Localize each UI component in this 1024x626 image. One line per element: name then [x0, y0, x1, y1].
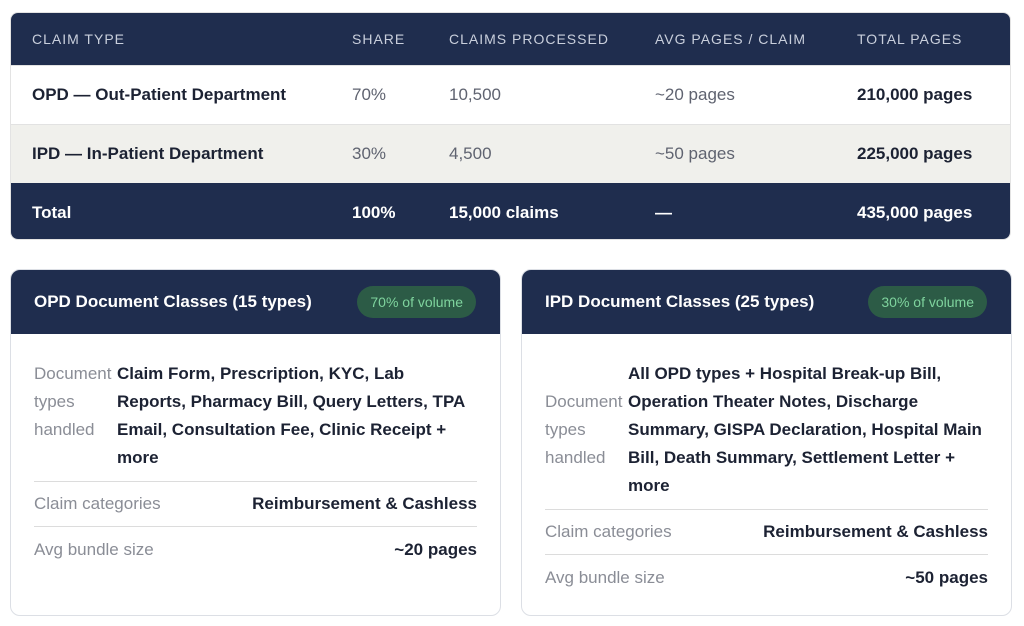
ipd-card-header: IPD Document Classes (25 types) 30% of v…: [522, 270, 1011, 334]
table-header-row: CLAIM TYPE SHARE CLAIMS PROCESSED AVG PA…: [11, 13, 1010, 65]
row-share: 30%: [352, 144, 387, 163]
ipd-categories-label: Claim categories: [545, 522, 672, 541]
ipd-volume-badge: 30% of volume: [868, 286, 987, 318]
header-share: SHARE: [352, 31, 406, 47]
ipd-categories-value: Reimbursement & Cashless: [763, 522, 988, 541]
header-avg-pages: AVG PAGES / CLAIM: [655, 31, 807, 47]
row-claims: 4,500: [449, 144, 492, 163]
total-claims: 15,000 claims: [449, 202, 559, 222]
row-share: 70%: [352, 85, 387, 104]
table-row: OPD — Out-Patient Department 70% 10,500 …: [11, 65, 1010, 124]
ipd-card: IPD Document Classes (25 types) 30% of v…: [521, 269, 1012, 616]
opd-categories-value: Reimbursement & Cashless: [252, 494, 477, 513]
header-claim-type: CLAIM TYPE: [32, 31, 125, 47]
row-claims: 10,500: [449, 85, 501, 104]
ipd-bundle-label: Avg bundle size: [545, 567, 665, 587]
opd-types-row: Document types handled Claim Form, Presc…: [34, 360, 477, 482]
row-total-pages: 210,000 pages: [857, 85, 973, 104]
total-share: 100%: [352, 202, 396, 222]
table-row: IPD — In-Patient Department 30% 4,500 ~5…: [11, 124, 1010, 183]
opd-categories-label: Claim categories: [34, 494, 161, 513]
ipd-card-title: IPD Document Classes (25 types): [545, 292, 815, 311]
ipd-card-body: Document types handled All OPD types + H…: [522, 334, 1011, 600]
ipd-bundle-row: Avg bundle size ~50 pages: [545, 555, 988, 600]
row-avg-pages: ~50 pages: [655, 144, 735, 163]
opd-bundle-row: Avg bundle size ~20 pages: [34, 527, 477, 572]
claims-summary-table: CLAIM TYPE SHARE CLAIMS PROCESSED AVG PA…: [10, 12, 1011, 240]
opd-bundle-label: Avg bundle size: [34, 539, 154, 559]
table-total-row: Total 100% 15,000 claims — 435,000 pages: [11, 183, 1010, 239]
opd-card-header: OPD Document Classes (15 types) 70% of v…: [11, 270, 500, 334]
row-claim-type: OPD — Out-Patient Department: [32, 85, 287, 104]
opd-volume-badge: 70% of volume: [357, 286, 476, 318]
opd-card-title: OPD Document Classes (15 types): [34, 292, 312, 311]
header-total-pages: TOTAL PAGES: [857, 31, 963, 47]
ipd-bundle-value: ~50 pages: [905, 567, 988, 587]
total-label: Total: [32, 202, 72, 222]
row-total-pages: 225,000 pages: [857, 144, 973, 163]
opd-bundle-value: ~20 pages: [394, 539, 477, 559]
opd-types-label: Document types handled: [34, 364, 112, 439]
ipd-types-row: Document types handled All OPD types + H…: [545, 360, 988, 510]
ipd-types-label: Document types handled: [545, 392, 623, 467]
total-pages: 435,000 pages: [857, 202, 973, 222]
total-avg-pages: —: [655, 202, 672, 222]
header-claims-processed: CLAIMS PROCESSED: [449, 31, 609, 47]
ipd-categories-row: Claim categories Reimbursement & Cashles…: [545, 510, 988, 555]
ipd-types-value: All OPD types + Hospital Break-up Bill, …: [628, 364, 982, 495]
row-claim-type: IPD — In-Patient Department: [32, 144, 264, 163]
opd-types-value: Claim Form, Prescription, KYC, Lab Repor…: [117, 364, 465, 467]
opd-card-body: Document types handled Claim Form, Presc…: [11, 334, 500, 572]
row-avg-pages: ~20 pages: [655, 85, 735, 104]
opd-categories-row: Claim categories Reimbursement & Cashles…: [34, 482, 477, 527]
opd-card: OPD Document Classes (15 types) 70% of v…: [10, 269, 501, 616]
